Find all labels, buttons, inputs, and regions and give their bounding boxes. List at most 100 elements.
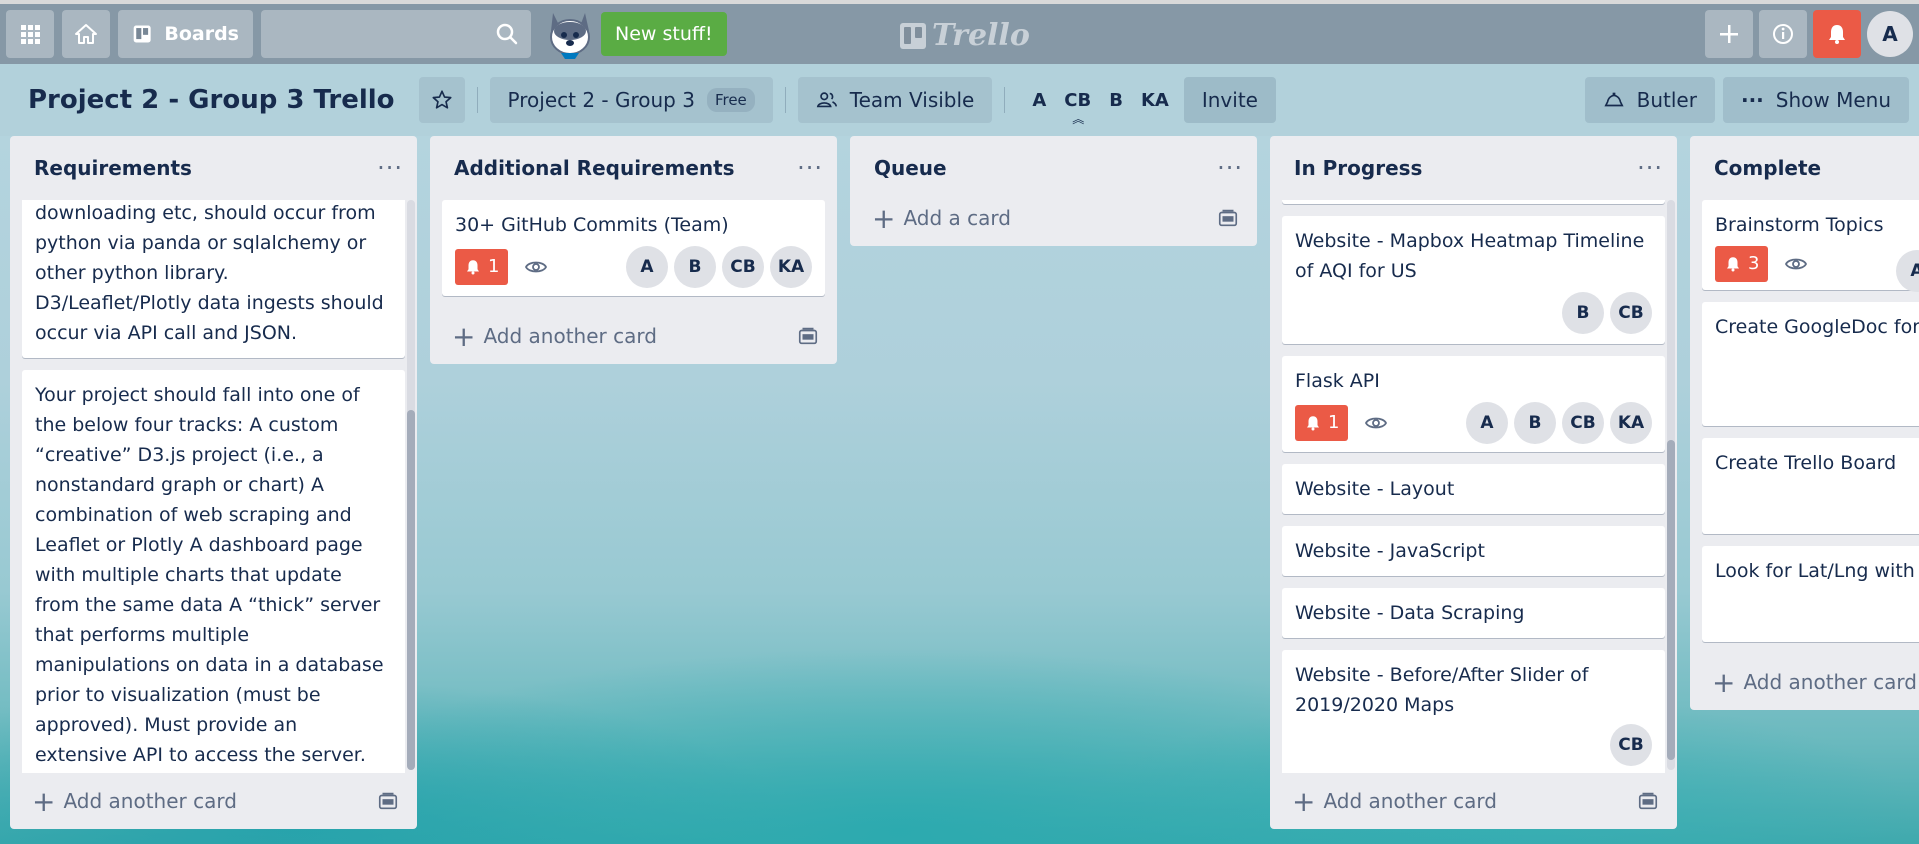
- board-icon: [133, 25, 151, 43]
- star-button[interactable]: [418, 77, 465, 123]
- notification-badge: 3: [1715, 246, 1769, 282]
- home-button[interactable]: [62, 10, 110, 58]
- card-template-icon[interactable]: [377, 790, 399, 812]
- card-template-icon[interactable]: [1637, 790, 1659, 812]
- card[interactable]: 30+ GitHub Commits (Team) 1 A B CB KA: [442, 200, 825, 296]
- list-menu-icon[interactable]: ···: [1217, 154, 1243, 182]
- boards-button[interactable]: Boards: [118, 10, 253, 58]
- member-avatar[interactable]: B: [1562, 292, 1604, 334]
- new-stuff-button[interactable]: New stuff!: [601, 12, 727, 56]
- card-title: Website - Layout: [1295, 478, 1455, 500]
- list-scrollbar[interactable]: [407, 200, 415, 770]
- list-menu-icon[interactable]: ···: [1637, 154, 1663, 182]
- add-card-button[interactable]: + Add another card: [430, 308, 837, 364]
- search-icon: [496, 23, 518, 45]
- team-name: Project 2 - Group 3: [507, 88, 695, 112]
- board-member-avatar[interactable]: CB ︽: [1064, 90, 1091, 126]
- member-avatar[interactable]: CB: [722, 246, 764, 288]
- member-avatar[interactable]: A: [1896, 250, 1919, 292]
- add-card-button[interactable]: + Add a card: [850, 190, 1257, 246]
- card-title: Website - JavaScript: [1295, 540, 1485, 562]
- scrollbar-thumb[interactable]: [1667, 440, 1675, 760]
- butler-button[interactable]: Butler: [1584, 77, 1715, 123]
- card[interactable]: Website - Before/After Slider of 2019/20…: [1282, 650, 1665, 773]
- create-button[interactable]: [1705, 10, 1753, 58]
- board-title[interactable]: Project 2 - Group 3 Trello: [28, 85, 395, 115]
- card[interactable]: Brainstorm Topics 3 A: [1702, 200, 1919, 292]
- board-member-avatar[interactable]: B: [1109, 90, 1123, 111]
- card-template-icon[interactable]: [797, 325, 819, 347]
- user-avatar[interactable]: A: [1867, 11, 1913, 57]
- list-in-progress: In Progress ··· Website - Mapbox Heatmap…: [1270, 136, 1677, 829]
- card[interactable]: Flask API 1 A B CB KA: [1282, 356, 1665, 452]
- trello-logo-icon: [900, 22, 926, 49]
- add-card-label: Add another card: [63, 789, 237, 813]
- bell-icon: [1307, 416, 1319, 431]
- card[interactable]: Website - JavaScript: [1282, 526, 1665, 576]
- card[interactable]: downloading etc, should occur from pytho…: [22, 200, 405, 358]
- board-member-avatar[interactable]: KA: [1141, 90, 1169, 111]
- info-button[interactable]: [1759, 10, 1807, 58]
- card-title: Create Trello Board: [1715, 452, 1897, 474]
- card[interactable]: Look for Lat/Lng with: [1702, 546, 1919, 642]
- list-title[interactable]: Requirements: [34, 156, 192, 180]
- logo-text: Trello: [932, 18, 1030, 53]
- list-title[interactable]: Complete: [1714, 156, 1821, 180]
- scrollbar-thumb[interactable]: [407, 410, 415, 770]
- list-title[interactable]: Additional Requirements: [454, 156, 735, 180]
- card[interactable]: Create Trello Board: [1702, 438, 1919, 534]
- search-input[interactable]: [261, 10, 531, 58]
- home-icon: [75, 24, 97, 44]
- member-avatar[interactable]: CB: [1610, 724, 1652, 766]
- taco-mascot-icon[interactable]: [543, 7, 597, 61]
- plan-badge: Free: [706, 88, 755, 112]
- list-cards-area[interactable]: downloading etc, should occur from pytho…: [10, 200, 417, 773]
- visibility-button[interactable]: Team Visible: [797, 77, 993, 123]
- add-card-button[interactable]: + Add another card: [1270, 773, 1677, 829]
- apps-button[interactable]: [6, 10, 54, 58]
- card[interactable]: Your project should fall into one of the…: [22, 370, 405, 773]
- add-card-button[interactable]: + Add another card: [10, 773, 417, 829]
- member-avatar[interactable]: B: [674, 246, 716, 288]
- eye-icon: [525, 261, 548, 273]
- invite-button[interactable]: Invite: [1183, 77, 1276, 123]
- card-title: Your project should fall into one of the…: [35, 384, 384, 766]
- plus-icon: +: [1292, 784, 1316, 818]
- team-button[interactable]: Project 2 - Group 3 Free: [489, 77, 773, 123]
- eye-icon: [1785, 258, 1808, 270]
- bell-icon: [1829, 25, 1845, 44]
- card-title: Create GoogleDoc for Topics: [1715, 316, 1919, 338]
- card[interactable]: Website - Mapbox Heatmap Timeline of AQI…: [1282, 216, 1665, 344]
- star-icon: [431, 90, 452, 109]
- add-card-label: Add a card: [903, 206, 1011, 230]
- add-card-button[interactable]: + Add another card: [1690, 654, 1919, 710]
- card-title: Brainstorm Topics: [1715, 214, 1884, 236]
- list-title[interactable]: Queue: [874, 156, 947, 180]
- member-avatar[interactable]: KA: [770, 246, 812, 288]
- card-title: Flask API: [1295, 370, 1380, 392]
- card-template-icon[interactable]: [1217, 207, 1239, 229]
- list-scrollbar[interactable]: [1667, 200, 1675, 770]
- notifications-button[interactable]: [1813, 10, 1861, 58]
- boards-label: Boards: [164, 23, 239, 45]
- member-avatar[interactable]: A: [626, 246, 668, 288]
- member-avatar[interactable]: CB: [1562, 402, 1604, 444]
- show-menu-button[interactable]: ··· Show Menu: [1722, 77, 1909, 123]
- ellipsis-icon: ···: [1740, 88, 1764, 112]
- list-title[interactable]: In Progress: [1294, 156, 1422, 180]
- list-menu-icon[interactable]: ···: [377, 154, 403, 182]
- card[interactable]: Create GoogleDoc for Topics: [1702, 302, 1919, 426]
- card[interactable]: Website - Layout: [1282, 464, 1665, 514]
- card[interactable]: Website - Data Scraping: [1282, 588, 1665, 638]
- member-avatar[interactable]: A: [1466, 402, 1508, 444]
- list-cards-area[interactable]: Website - Mapbox Heatmap Timeline of AQI…: [1270, 200, 1677, 773]
- bell-icon: [467, 260, 479, 275]
- notification-badge: 1: [455, 249, 509, 285]
- member-avatar[interactable]: B: [1514, 402, 1556, 444]
- member-avatar[interactable]: KA: [1610, 402, 1652, 444]
- member-avatar[interactable]: CB: [1610, 292, 1652, 334]
- board-member-avatar[interactable]: A: [1032, 90, 1046, 111]
- list-menu-icon[interactable]: ···: [797, 154, 823, 182]
- trello-logo[interactable]: Trello: [900, 18, 1030, 53]
- visibility-label: Team Visible: [849, 88, 975, 112]
